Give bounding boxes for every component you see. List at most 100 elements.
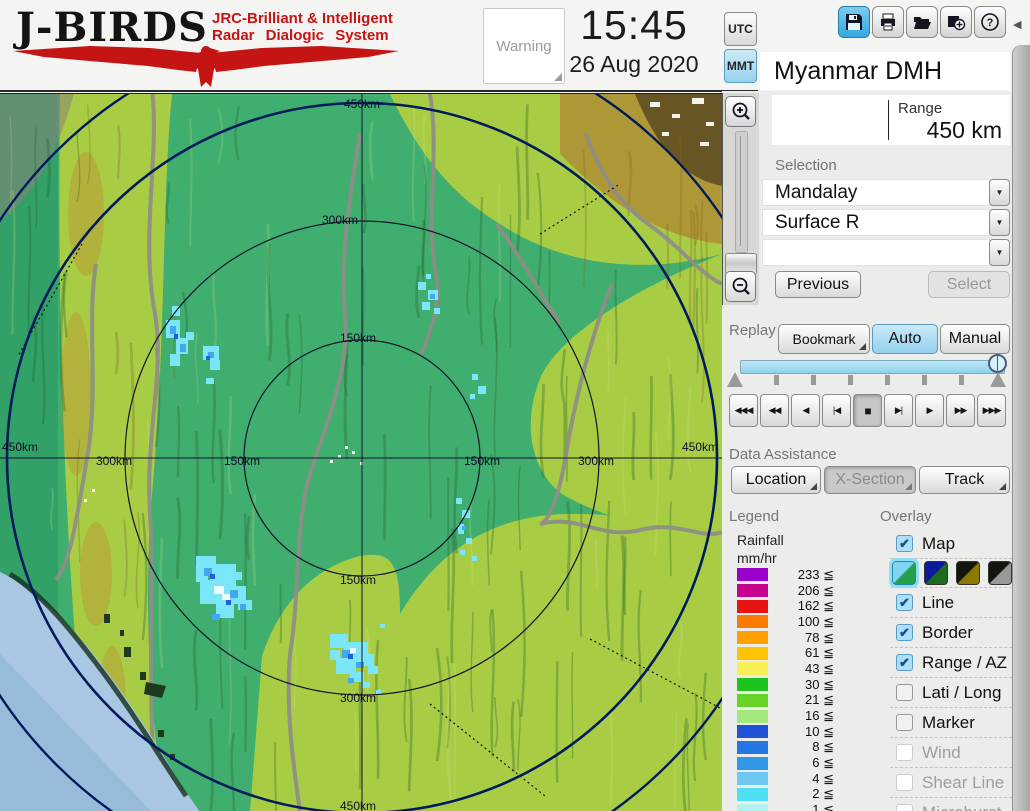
fast-forward-button[interactable]: ▶▶ [946,394,975,427]
overlay-item-border[interactable]: ✔ Border [890,617,1012,647]
eagle-icon [13,46,399,87]
map-style-swatch-1[interactable] [889,558,919,588]
radar-map-view[interactable]: 450km 300km 150km 450km 300km 150km 150k… [0,93,722,811]
play-button[interactable]: ▶ [915,394,944,427]
legend-row: 4 ≦ [737,771,837,787]
track-button[interactable]: Track [919,466,1010,494]
auto-button[interactable]: Auto [872,324,938,354]
manual-button[interactable]: Manual [940,324,1010,354]
map-style-swatch-3[interactable] [956,561,980,585]
fastest-forward-button[interactable]: ▶▶▶ [977,394,1006,427]
overlay-item-label: Map [922,533,956,553]
legend-value: 8 ≦ [812,739,834,755]
site-dropdown-field[interactable]: Mandalay [762,179,990,206]
range-az-checkbox[interactable]: ✔ [896,654,913,671]
shear-line-checkbox[interactable] [896,774,913,791]
site-dropdown-button[interactable]: ▼ [989,179,1010,206]
logo-tagline-line1: JRC-Brilliant & Intelligent [212,10,393,27]
border-checkbox[interactable]: ✔ [896,624,913,641]
svg-text:?: ? [987,17,994,29]
legend-label: Legend [729,508,780,525]
legend-swatch [737,678,768,692]
folder-icon [914,17,931,29]
overlay-item-label: Microburst [922,803,1001,811]
play-reverse-button[interactable]: ◀ [791,394,820,427]
line-checkbox[interactable]: ✔ [896,594,913,611]
panel-collapse-arrow-icon[interactable]: ◀ [1013,18,1021,31]
overlay-item-shear-line[interactable]: Shear Line [890,767,1012,797]
save-button[interactable] [838,6,870,38]
legend-row: 233 ≦ [737,567,837,583]
print-button[interactable] [872,6,904,38]
product-dropdown-button[interactable]: ▼ [989,209,1010,236]
legend-swatch [737,599,768,613]
help-button[interactable]: ? [974,6,1006,38]
legend-value: 206 ≦ [797,582,834,598]
overlay-item-line[interactable]: ✔ Line [890,587,1012,617]
legend-unit-line1: Rainfall [737,532,784,548]
legend-value: 21 ≦ [805,692,834,708]
overlay-item-marker[interactable]: Marker [890,707,1012,737]
bookmark-button[interactable]: Bookmark [778,324,870,354]
select-button[interactable]: Select [928,271,1010,298]
overlay-item-map[interactable]: ✔ Map [890,529,1012,558]
marker-checkbox[interactable] [896,714,913,731]
step-forward-button[interactable]: ▶| [884,394,913,427]
location-button[interactable]: Location [731,466,821,494]
option-dropdown-button[interactable]: ▼ [989,239,1010,266]
legend-row: 61 ≦ [737,645,837,661]
step-back-button[interactable]: |◀ [822,394,851,427]
map-style-swatch-4[interactable] [988,561,1012,585]
open-button[interactable] [906,6,938,38]
wind-checkbox[interactable] [896,744,913,761]
replay-slider-track[interactable] [740,360,1005,374]
replay-range-end-marker[interactable] [990,372,1006,387]
overlay-options: ✔ Map ✔ Line ✔ Border ✔ Range / AZ Lati / Long Ma… [889,529,1012,811]
ring-label-right-450: 450km [682,440,718,454]
data-assistance-label: Data Assistance [729,446,837,463]
ring-label-bottom-150: 150km [340,573,376,587]
clock-date: 26 Aug 2020 [569,51,699,77]
x-section-button[interactable]: X-Section [824,466,916,494]
fast-rewind-button[interactable]: ◀◀ [760,394,789,427]
fastest-rewind-button[interactable]: ◀◀◀ [729,394,758,427]
microburst-checkbox[interactable] [896,804,913,811]
legend-value: 43 ≦ [805,660,834,676]
legend-swatch [737,615,768,629]
window-edge-scrollbar[interactable] [1012,45,1030,811]
logo-tagline: JRC-Brilliant & Intelligent Radar Dialog… [212,10,393,44]
overlay-item-wind[interactable]: Wind [890,737,1012,767]
legend-swatch [737,693,768,707]
replay-slider-thumb[interactable] [988,354,1007,373]
overlay-item-range-az[interactable]: ✔ Range / AZ [890,647,1012,677]
utc-button[interactable]: UTC [724,12,757,46]
radar-map-canvas[interactable]: 450km 300km 150km 450km 300km 150km 150k… [0,94,722,811]
map-style-swatch-2[interactable] [924,561,948,585]
ring-label-right-150: 150km [464,454,500,468]
ring-label-top-450: 450km [344,97,380,111]
warning-label: Warning [496,37,552,55]
add-image-button[interactable] [940,6,972,38]
legend-swatch [737,662,768,676]
legend-value: 10 ≦ [805,723,834,739]
replay-range-start-marker[interactable] [727,372,743,387]
legend-swatch [737,584,768,598]
overlay-item-microburst[interactable]: Microburst [890,797,1012,811]
option-dropdown-field[interactable] [762,239,990,266]
product-dropdown-field[interactable]: Surface R [762,209,990,236]
chevron-down-icon: ▼ [995,248,1004,257]
overlay-item-label: Marker [922,712,975,732]
stop-button[interactable]: ■ [853,394,882,427]
previous-button[interactable]: Previous [775,271,861,298]
map-checkbox[interactable]: ✔ [896,535,913,552]
replay-label: Replay [729,322,776,339]
overlay-item-lati-long[interactable]: Lati / Long [890,677,1012,707]
ring-label-top-150: 150km [340,331,376,345]
overlay-label: Overlay [880,508,932,525]
mmt-button[interactable]: MMT [724,49,757,83]
legend-value: 61 ≦ [805,645,834,661]
image-plus-icon [948,16,966,31]
station-name: Myanmar DMH [774,57,943,85]
lati-long-checkbox[interactable] [896,684,913,701]
legend-swatch [737,646,768,660]
